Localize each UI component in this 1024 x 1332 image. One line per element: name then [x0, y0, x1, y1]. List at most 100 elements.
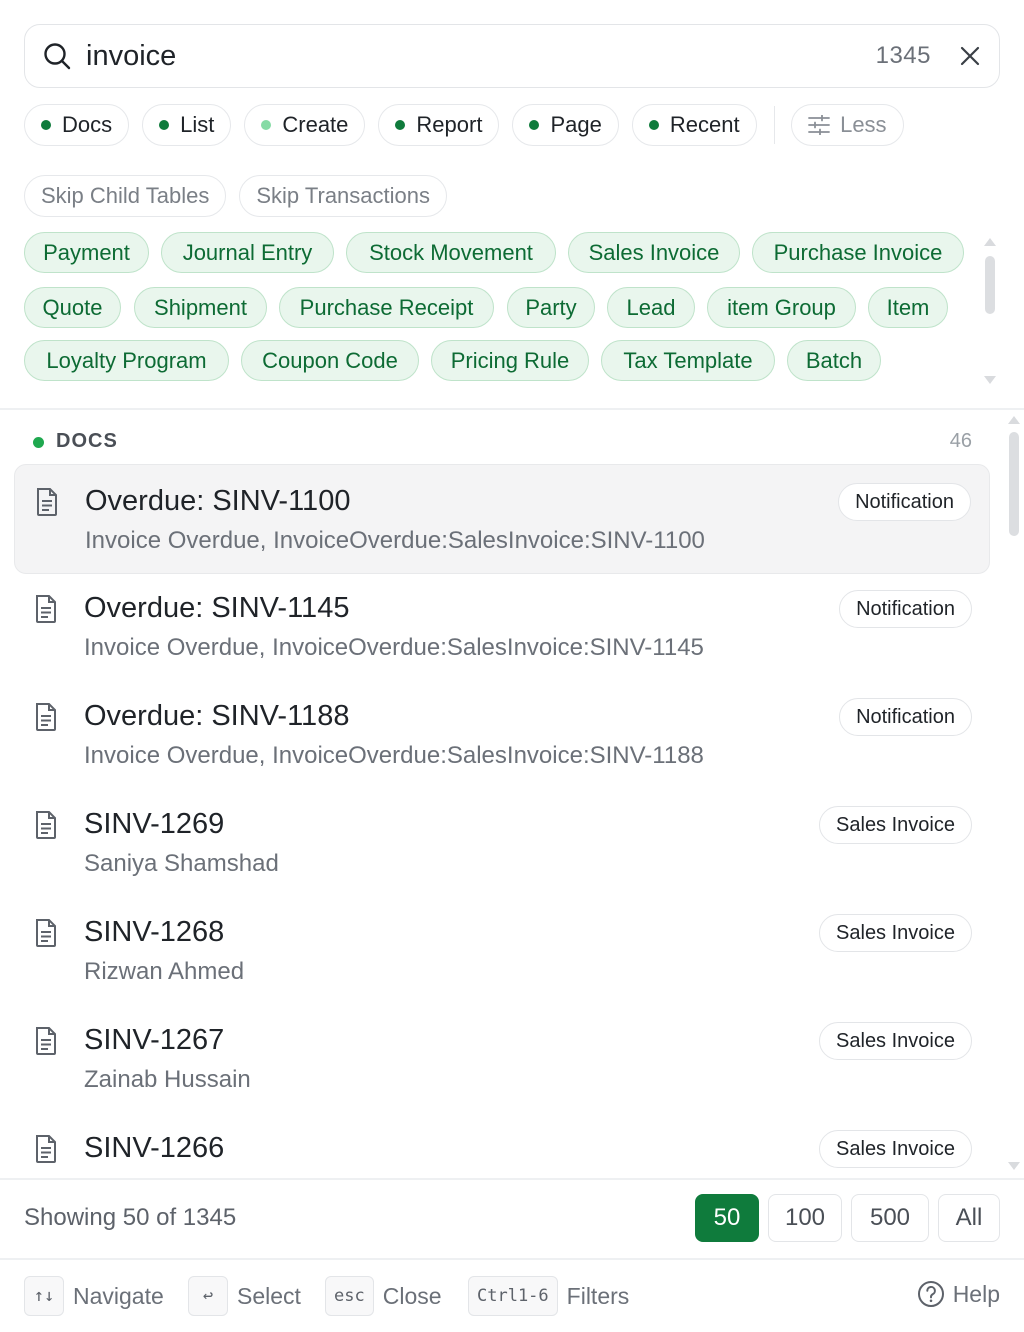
result-title: SINV-1267	[84, 1024, 225, 1056]
enter-key: ↩	[188, 1276, 228, 1316]
divider	[0, 1258, 1024, 1260]
page-size-all-button[interactable]: All	[938, 1194, 1000, 1242]
doctype-chip[interactable]: Tax Template	[601, 340, 775, 381]
doctype-badge: Sales Invoice	[819, 1130, 972, 1168]
doctype-label: Batch	[805, 347, 863, 373]
result-title: Overdue: SINV-1145	[84, 592, 350, 624]
doctype-chip[interactable]: Coupon Code	[241, 340, 419, 381]
category-filters: Docs List Create Report Page Recent Less	[24, 104, 917, 146]
doctype-label: Shipment	[154, 294, 247, 320]
page-size-500-button[interactable]: 500	[851, 1194, 929, 1242]
page-size-100-button[interactable]: 100	[768, 1194, 842, 1242]
document-icon	[36, 1027, 56, 1055]
list-item[interactable]: Overdue: SINV-1188 Invoice Overdue, Invo…	[14, 680, 990, 790]
sliders-icon	[808, 115, 830, 135]
doctype-chip[interactable]: Item	[868, 287, 948, 328]
doctype-chip[interactable]: Purchase Receipt	[279, 287, 494, 328]
filter-recent[interactable]: Recent	[631, 104, 757, 146]
help-button[interactable]: Help	[917, 1280, 1000, 1308]
doctype-label: Quote	[42, 294, 103, 320]
list-item[interactable]: SINV-1266 Sales Invoice	[14, 1112, 990, 1176]
doctype-label: Stock Movement	[369, 239, 533, 265]
page-size-50-button[interactable]: 50	[695, 1194, 759, 1242]
result-title: Overdue: SINV-1188	[84, 700, 350, 732]
shortcut-label: Filters	[566, 1282, 630, 1309]
doctype-chip[interactable]: Quote	[24, 287, 121, 328]
list-item[interactable]: Overdue: SINV-1145 Invoice Overdue, Invo…	[14, 572, 990, 682]
status-dot	[261, 120, 272, 130]
results-scrollbar[interactable]	[1009, 432, 1019, 536]
filter-label: List	[180, 112, 215, 137]
doctype-label: Coupon Code	[262, 347, 398, 373]
doctype-chip[interactable]: Batch	[787, 340, 881, 381]
result-count: 1345	[875, 42, 931, 69]
close-icon[interactable]	[957, 43, 983, 69]
result-title: SINV-1269	[84, 808, 225, 840]
filter-create[interactable]: Create	[244, 104, 366, 146]
section-title: DOCS	[56, 430, 118, 452]
scroll-up-icon[interactable]	[1008, 416, 1020, 424]
result-title: Overdue: SINV-1100	[85, 485, 351, 517]
list-item[interactable]: Overdue: SINV-1100 Invoice Overdue, Invo…	[14, 464, 990, 574]
status-dot	[395, 120, 406, 130]
skip-transactions-toggle[interactable]: Skip Transactions	[239, 175, 447, 217]
doctype-chip[interactable]: item Group	[707, 287, 856, 328]
doctype-chip[interactable]: Pricing Rule	[431, 340, 589, 381]
document-icon	[36, 811, 56, 839]
search-palette: 1345 Docs List Create Report Page Recent…	[0, 0, 1024, 1332]
doctype-chip[interactable]: Lead	[607, 287, 695, 328]
doctype-label: Journal Entry	[182, 239, 313, 265]
scroll-up-icon[interactable]	[984, 238, 996, 246]
document-icon	[37, 488, 57, 516]
result-subtitle: Invoice Overdue, InvoiceOverdue:SalesInv…	[84, 634, 704, 661]
section-dot	[33, 437, 44, 448]
results-list: Overdue: SINV-1100 Invoice Overdue, Invo…	[14, 464, 990, 1176]
filter-report[interactable]: Report	[378, 104, 500, 146]
less-button[interactable]: Less	[791, 104, 904, 146]
shortcut-select: ↩ Select	[188, 1276, 301, 1316]
shortcut-label: Close	[382, 1282, 442, 1309]
doctype-label: Tax Template	[623, 347, 753, 373]
result-subtitle: Saniya Shamshad	[84, 850, 279, 877]
help-icon	[917, 1281, 944, 1307]
status-dot	[529, 120, 540, 130]
doctype-chip[interactable]: Purchase Invoice	[752, 232, 964, 273]
doctype-chip[interactable]: Sales Invoice	[568, 232, 740, 273]
shortcut-label: Navigate	[73, 1282, 164, 1309]
shortcut-close: esc Close	[325, 1276, 442, 1316]
doctype-label: Purchase Receipt	[299, 294, 474, 320]
search-bar[interactable]: 1345	[24, 24, 1000, 88]
doctype-chip[interactable]: Payment	[24, 232, 149, 273]
doctype-chip[interactable]: Party	[507, 287, 595, 328]
doctype-chip[interactable]: Shipment	[134, 287, 267, 328]
result-subtitle: Zainab Hussain	[84, 1066, 251, 1093]
search-input[interactable]	[86, 36, 876, 76]
document-icon	[36, 919, 56, 947]
list-item[interactable]: SINV-1267 Zainab Hussain Sales Invoice	[14, 1004, 990, 1114]
doctype-badge: Sales Invoice	[819, 806, 972, 844]
result-subtitle: Invoice Overdue, InvoiceOverdue:SalesInv…	[84, 742, 704, 769]
doctype-scrollbar[interactable]	[985, 256, 995, 314]
doctype-chip[interactable]: Loyalty Program	[24, 340, 229, 381]
doctype-chip[interactable]: Stock Movement	[346, 232, 556, 273]
document-icon	[36, 595, 56, 623]
skip-label: Skip Transactions	[256, 183, 430, 208]
doctype-badge: Sales Invoice	[819, 1022, 972, 1060]
list-item[interactable]: SINV-1269 Saniya Shamshad Sales Invoice	[14, 788, 990, 898]
doctype-label: Payment	[43, 239, 130, 265]
scroll-down-icon[interactable]	[1008, 1162, 1020, 1170]
less-label: Less	[840, 112, 887, 137]
skip-label: Skip Child Tables	[41, 183, 210, 208]
status-dot	[159, 120, 170, 130]
doctype-badge: Notification	[839, 698, 972, 736]
skip-child-tables-toggle[interactable]: Skip Child Tables	[24, 175, 227, 217]
result-subtitle: Rizwan Ahmed	[84, 958, 245, 985]
filter-docs[interactable]: Docs	[24, 104, 130, 146]
filter-list[interactable]: List	[142, 104, 232, 146]
list-item[interactable]: SINV-1268 Rizwan Ahmed Sales Invoice	[14, 896, 990, 1006]
doctype-chip[interactable]: Journal Entry	[161, 232, 334, 273]
document-icon	[36, 703, 56, 731]
filter-page[interactable]: Page	[512, 104, 619, 146]
help-label: Help	[952, 1280, 1000, 1307]
scroll-down-icon[interactable]	[984, 376, 996, 384]
